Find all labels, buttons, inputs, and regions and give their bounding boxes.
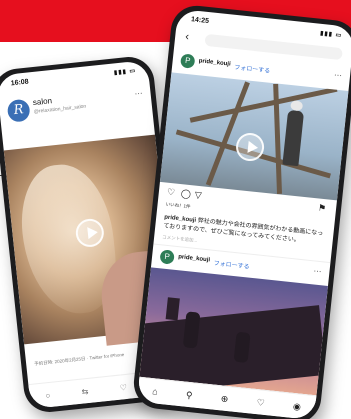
add-post-icon[interactable]: ⊕ [220, 393, 229, 405]
video-thumbnail[interactable] [159, 72, 349, 201]
right-phone: 14:25 ▮▮▮ ▭ ‹ P pride_kouji フォローする ⋯ ♡ ◯… [131, 3, 351, 419]
more-icon[interactable]: ⋯ [313, 266, 322, 276]
comment-icon[interactable]: ◯ [180, 188, 191, 200]
search-icon[interactable]: ⚲ [185, 389, 194, 401]
send-icon[interactable]: ▽ [194, 190, 202, 202]
avatar[interactable]: P [180, 53, 196, 69]
post-image[interactable] [139, 267, 328, 396]
post-username[interactable]: pride_kouji [178, 254, 210, 263]
status-time: 14:25 [190, 16, 210, 26]
avatar[interactable]: P [159, 249, 175, 265]
back-chevron-icon[interactable]: ‹ [185, 31, 190, 43]
post-caption: pride_kouji 弊社の魅力や会社の雰囲気がわかる動画になっておりますので… [163, 213, 329, 248]
like-icon[interactable]: ♡ [119, 382, 127, 392]
home-icon[interactable]: ⌂ [152, 386, 158, 397]
status-time: 16:08 [10, 78, 29, 88]
caption-username[interactable]: pride_kouji [164, 214, 196, 223]
more-icon[interactable]: ⋯ [334, 70, 343, 80]
bookmark-icon[interactable]: ⚑ [317, 203, 327, 215]
more-icon[interactable]: ⋯ [134, 89, 143, 99]
activity-icon[interactable]: ♡ [256, 397, 265, 409]
post-username[interactable]: pride_kouji [198, 58, 230, 67]
chimney-shape [165, 297, 180, 321]
signal-icon: ▮▮▮ ▭ [319, 30, 343, 40]
profile-icon[interactable]: ◉ [292, 400, 302, 412]
reply-icon[interactable]: ○ [45, 390, 51, 399]
comment-input[interactable]: コメントを追加... [162, 234, 198, 244]
worker-figure [282, 109, 305, 167]
scene: 16:08 ▮▮▮ ▭ R salon @relaxation_hair_sal… [0, 0, 351, 419]
follow-button[interactable]: フォローする [213, 258, 250, 271]
follow-button[interactable]: フォローする [234, 62, 271, 75]
signal-icon: ▮▮▮ ▭ [113, 68, 137, 77]
avatar[interactable]: R [6, 98, 31, 123]
tweet-meta: 予約日時: 2020年2月25日 · Twitter for iPhone [33, 351, 125, 367]
account-name[interactable]: salon [32, 96, 52, 107]
likes-count[interactable]: いいね！1件 [165, 202, 190, 211]
right-phone-screen: 14:25 ▮▮▮ ▭ ‹ P pride_kouji フォローする ⋯ ♡ ◯… [136, 8, 351, 419]
heart-icon[interactable]: ♡ [166, 187, 175, 199]
retweet-icon[interactable]: ⇆ [81, 386, 89, 396]
roof-beam [189, 86, 338, 123]
